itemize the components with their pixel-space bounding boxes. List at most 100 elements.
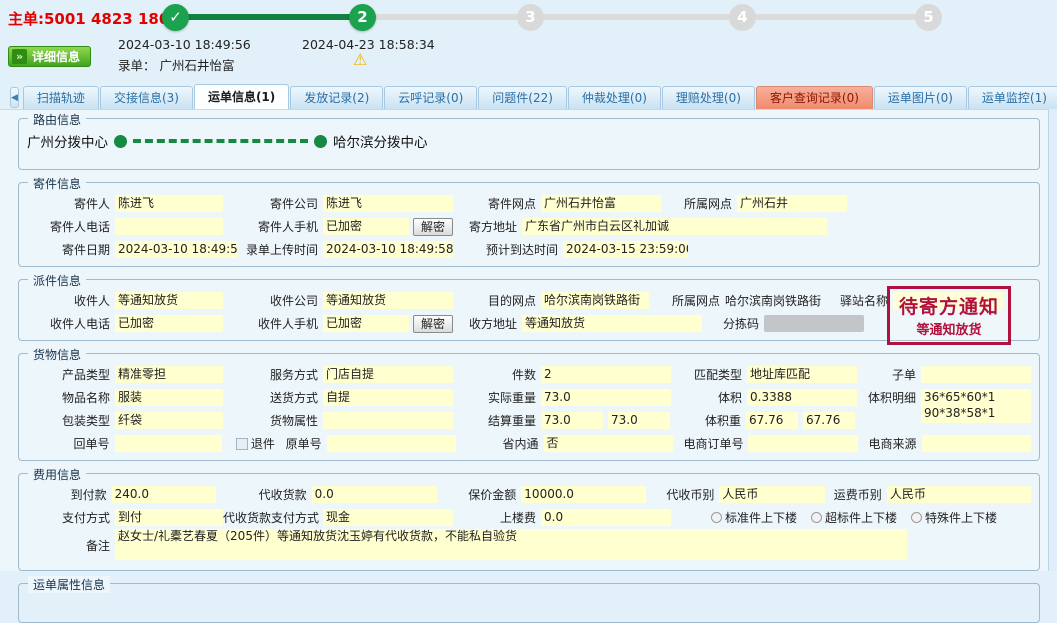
ec-order-label: 电商订单号 bbox=[673, 435, 749, 452]
match-type-field[interactable]: 地址库匹配 bbox=[747, 366, 857, 383]
receiver-decrypt-button[interactable]: 解密 bbox=[413, 315, 453, 333]
cod-pay-field[interactable]: 240.0 bbox=[112, 486, 216, 503]
sender-phone-label: 寄件人电话 bbox=[27, 218, 115, 235]
item-name-label: 物品名称 bbox=[27, 389, 115, 406]
collect-currency-label: 代收币别 bbox=[646, 486, 719, 503]
receiver-name-field[interactable]: 等通知放货 bbox=[115, 292, 223, 309]
receiver-mobile-field[interactable]: 已加密 bbox=[323, 315, 409, 332]
freight-currency-field[interactable]: 人民币 bbox=[887, 486, 1031, 503]
tab-release-record[interactable]: 发放记录(2) bbox=[290, 86, 383, 109]
service-mode-field[interactable]: 门店自提 bbox=[323, 366, 453, 383]
goods-attr-field[interactable] bbox=[323, 412, 453, 429]
route-end-dot-icon bbox=[314, 135, 327, 148]
freight-currency-label: 运费币别 bbox=[825, 486, 887, 503]
item-name-field[interactable]: 服装 bbox=[115, 389, 223, 406]
volume-label: 体积 bbox=[671, 389, 747, 406]
receiver-company-field[interactable]: 等通知放货 bbox=[323, 292, 453, 309]
actual-weight-field[interactable]: 73.0 bbox=[541, 389, 671, 406]
tab-customer-query-record[interactable]: 客户查询记录(0) bbox=[756, 86, 873, 109]
sort-code-redacted-field[interactable] bbox=[764, 315, 864, 332]
section-waybill-attrs: 运单属性信息 bbox=[18, 583, 1040, 623]
upload-time-field[interactable]: 2024-03-10 18:49:58 bbox=[323, 241, 453, 258]
sender-company-field[interactable]: 陈进飞 bbox=[323, 195, 453, 212]
detail-info-button[interactable]: » 详细信息 bbox=[8, 46, 91, 67]
receiver-phone-field[interactable]: 已加密 bbox=[115, 315, 223, 332]
return-checkbox[interactable] bbox=[236, 438, 248, 450]
sender-name-field[interactable]: 陈进飞 bbox=[115, 195, 223, 212]
dest-branch-field[interactable]: 哈尔滨南岗铁路街 bbox=[541, 292, 649, 309]
ec-source-label: 电商来源 bbox=[858, 435, 922, 452]
settle-weight-field-1[interactable]: 73.0 bbox=[541, 412, 603, 429]
master-waybill-number: 主单:5001 4823 1806 bbox=[8, 8, 180, 29]
tab-scan-track[interactable]: 扫描轨迹 bbox=[23, 86, 99, 109]
province-pass-field[interactable]: 否 bbox=[544, 435, 673, 452]
collect-pay-method-field[interactable]: 现金 bbox=[323, 509, 453, 526]
tab-waybill-images[interactable]: 运单图片(0) bbox=[874, 86, 967, 109]
special-floor-radio-label: 特殊件上下楼 bbox=[925, 509, 997, 526]
tab-arbitration[interactable]: 仲裁处理(0) bbox=[568, 86, 661, 109]
section-delivery-title: 派件信息 bbox=[28, 272, 86, 289]
sender-name-label: 寄件人 bbox=[27, 195, 115, 212]
volume-field[interactable]: 0.3388 bbox=[747, 389, 857, 406]
ec-order-field[interactable] bbox=[748, 435, 857, 452]
section-delivery-info: 派件信息 待寄方通知 等通知放货 收件人 等通知放货 收件公司 等通知放货 目的… bbox=[18, 279, 1040, 341]
vertical-scrollbar[interactable] bbox=[1048, 109, 1057, 571]
pieces-field[interactable]: 2 bbox=[541, 366, 671, 383]
volume-weight-field-2[interactable]: 67.76 bbox=[803, 412, 855, 429]
sender-mobile-field[interactable]: 已加密 bbox=[323, 218, 409, 235]
standard-floor-radio[interactable] bbox=[711, 512, 722, 523]
section-waybill-attrs-title: 运单属性信息 bbox=[28, 576, 110, 593]
insured-field[interactable]: 10000.0 bbox=[521, 486, 646, 503]
tab-waybill-monitor[interactable]: 运单监控(1) bbox=[968, 86, 1057, 109]
step5-circle: 5 bbox=[915, 4, 942, 31]
receiver-company-label: 收件公司 bbox=[223, 292, 323, 309]
sub-order-label: 子单 bbox=[857, 366, 921, 383]
section-fee-title: 费用信息 bbox=[28, 466, 86, 483]
receiver-address-field[interactable]: 等通知放货 bbox=[522, 315, 702, 332]
delivery-mode-field[interactable]: 自提 bbox=[323, 389, 453, 406]
product-type-field[interactable]: 精准零担 bbox=[115, 366, 223, 383]
remark-field[interactable]: 赵女士/礼橐艺春夏（205件）等通知放货沈玉婷有代收货款，不能私自验货 bbox=[115, 529, 907, 560]
section-goods-title: 货物信息 bbox=[28, 346, 86, 363]
pay-method-field[interactable]: 到付 bbox=[115, 509, 223, 526]
warning-icon[interactable]: ⚠ bbox=[353, 50, 367, 69]
eta-field[interactable]: 2024-03-15 23:59:00 bbox=[563, 241, 688, 258]
waybill-detail-panel: 路由信息 广州分拨中心 哈尔滨分拨中心 寄件信息 寄件人 陈进飞 寄件公司 陈进… bbox=[0, 109, 1048, 571]
settle-weight-field-2[interactable]: 73.0 bbox=[608, 412, 670, 429]
volume-weight-field-1[interactable]: 67.76 bbox=[746, 412, 798, 429]
goods-attr-label: 货物属性 bbox=[223, 412, 323, 429]
station-name-label: 驿站名称 bbox=[829, 292, 893, 309]
oversize-floor-radio[interactable] bbox=[811, 512, 822, 523]
collect-currency-field[interactable]: 人民币 bbox=[719, 486, 825, 503]
step2-circle: 2 bbox=[349, 4, 376, 31]
tab-handover-info[interactable]: 交接信息(3) bbox=[100, 86, 193, 109]
sort-code-label: 分拣码 bbox=[702, 315, 764, 332]
receiver-owner-branch-value: 哈尔滨南岗铁路街 bbox=[725, 292, 829, 309]
sender-phone-field[interactable] bbox=[115, 218, 223, 235]
package-type-field[interactable]: 纤袋 bbox=[115, 412, 223, 429]
original-no-field[interactable] bbox=[327, 435, 456, 452]
floor-fee-field[interactable]: 0.0 bbox=[541, 509, 671, 526]
header: 主单:5001 4823 1806 » 详细信息 ✓ 2 3 4 5 2024-… bbox=[0, 0, 1057, 84]
volume-detail-field[interactable]: 36*65*60*1 90*38*58*1 bbox=[921, 389, 1031, 423]
send-date-field[interactable]: 2024-03-10 18:49:56 bbox=[115, 241, 237, 258]
sender-branch-field[interactable]: 广州石井怡富 bbox=[541, 195, 661, 212]
section-sender-info: 寄件信息 寄件人 陈进飞 寄件公司 陈进飞 寄件网点 广州石井怡富 所属网点 广… bbox=[18, 182, 1040, 267]
sender-mobile-label: 寄件人手机 bbox=[223, 218, 323, 235]
service-mode-label: 服务方式 bbox=[223, 366, 323, 383]
tab-claims[interactable]: 理赔处理(0) bbox=[662, 86, 755, 109]
tab-problem-item[interactable]: 问题件(22) bbox=[478, 86, 567, 109]
tab-waybill-info[interactable]: 运单信息(1) bbox=[194, 84, 289, 109]
receipt-no-field[interactable] bbox=[115, 435, 222, 452]
tab-cloud-call-record[interactable]: 云呼记录(0) bbox=[384, 86, 477, 109]
ec-source-field[interactable] bbox=[922, 435, 1031, 452]
sender-address-field[interactable]: 广东省广州市白云区礼加诚 bbox=[522, 218, 827, 235]
sender-address-label: 寄方地址 bbox=[453, 218, 522, 235]
sender-decrypt-button[interactable]: 解密 bbox=[413, 218, 453, 236]
sender-owner-branch-field[interactable]: 广州石井 bbox=[737, 195, 847, 212]
tabs-scroll-left-icon[interactable]: ◀ bbox=[10, 87, 19, 108]
special-floor-radio[interactable] bbox=[911, 512, 922, 523]
collect-field[interactable]: 0.0 bbox=[312, 486, 437, 503]
sub-order-field[interactable] bbox=[921, 366, 1031, 383]
double-chevron-icon: » bbox=[12, 49, 27, 64]
